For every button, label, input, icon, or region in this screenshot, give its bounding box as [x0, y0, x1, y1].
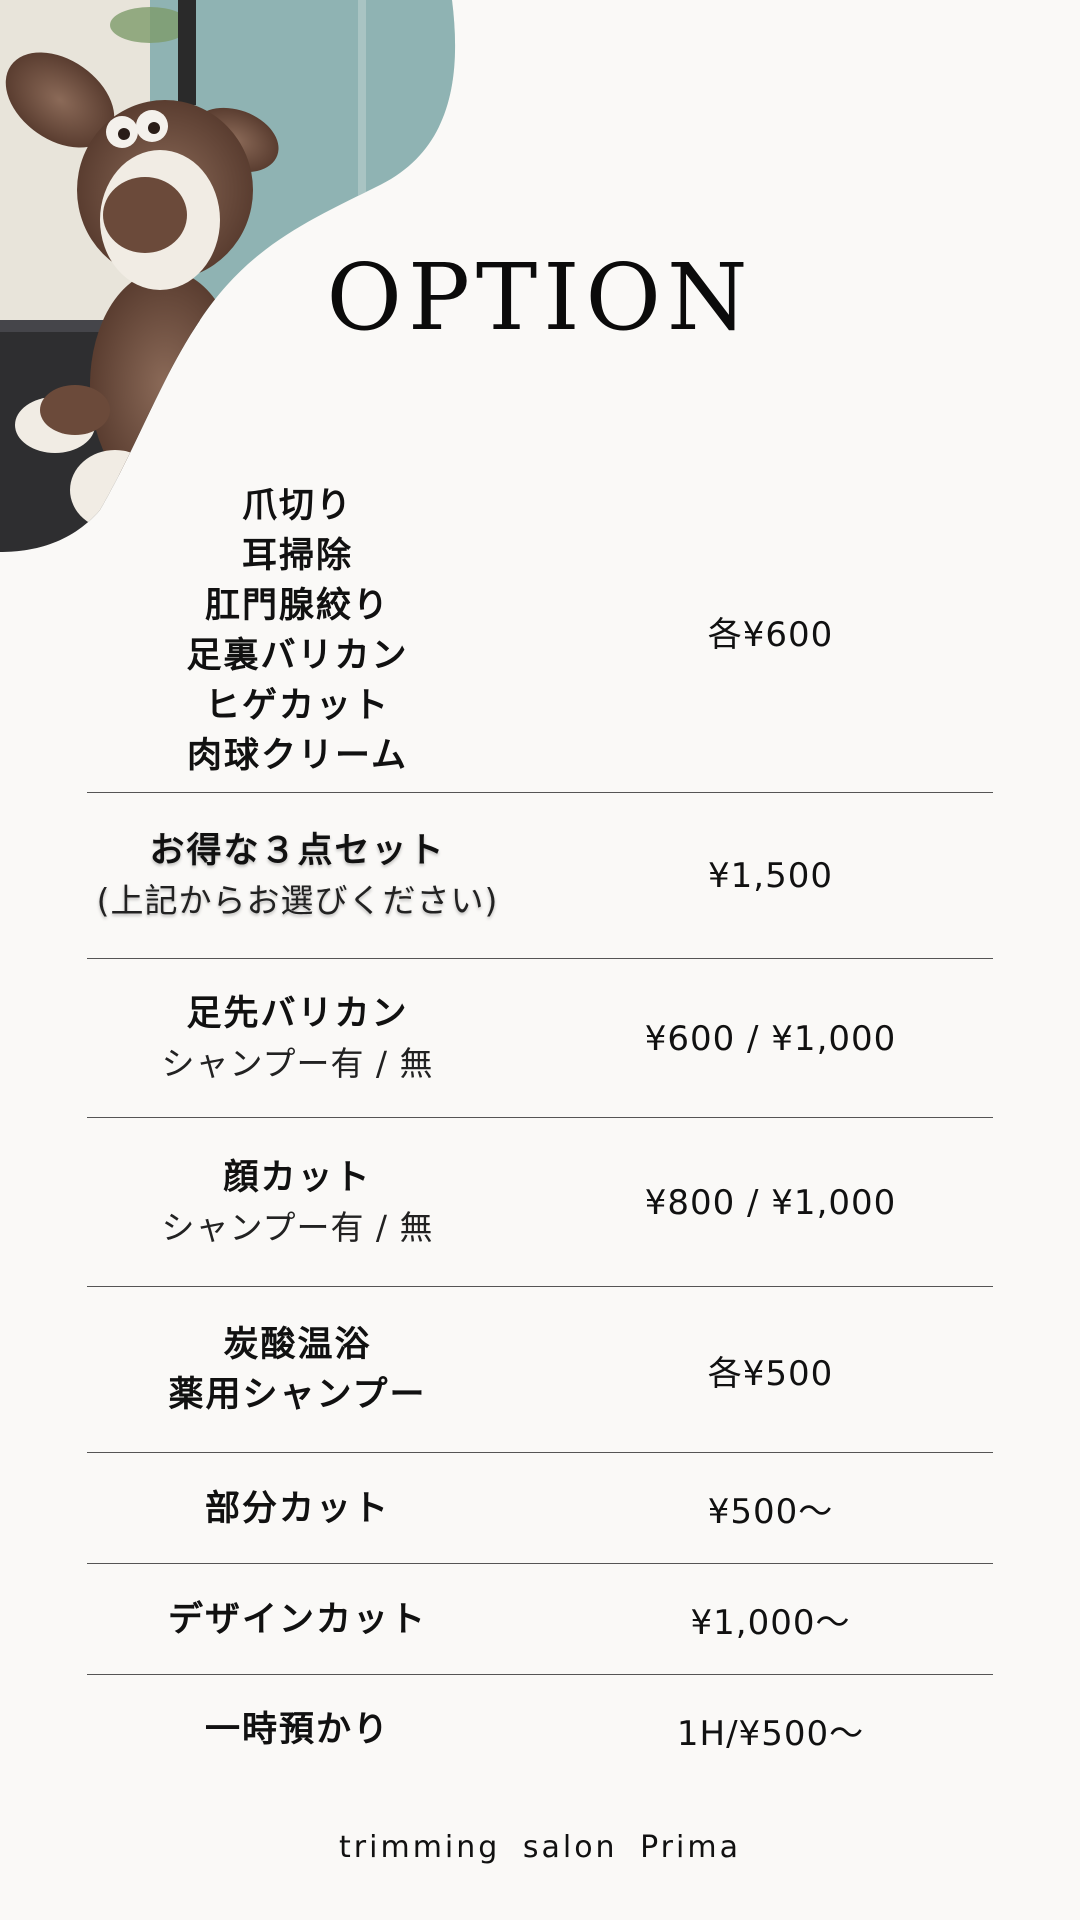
- option-price: ¥800 / ¥1,000: [644, 1182, 897, 1223]
- option-name: デザインカット: [0, 1595, 508, 1645]
- option-main-label: 一時預かり: [204, 1710, 390, 1750]
- option-name: 一時預かり: [0, 1705, 508, 1755]
- option-price: ¥600 / ¥1,000: [644, 1018, 897, 1059]
- option-line: 肉球クリーム: [187, 736, 408, 776]
- option-main-label: 足先バリカン: [186, 993, 409, 1034]
- option-name: お得な３点セット (上記からお選びください): [0, 826, 508, 926]
- option-line: 足裏バリカン: [186, 636, 409, 676]
- option-price: 各¥500: [707, 1353, 834, 1394]
- option-main-label: デザインカット: [167, 1599, 427, 1640]
- option-row-paw-clip: 足先バリカン シャンプー有 / 無 ¥600 / ¥1,000: [87, 960, 993, 1118]
- option-price: 1H/¥500〜: [676, 1713, 865, 1754]
- option-price: ¥1,500: [708, 856, 833, 896]
- option-price: 各¥600: [707, 614, 834, 655]
- salon-name-footer: trimming salon Prima: [339, 1830, 741, 1865]
- option-name: 部分カット: [0, 1484, 508, 1534]
- option-name: 足先バリカン シャンプー有 / 無: [0, 989, 508, 1089]
- option-line: ヒゲカット: [204, 686, 390, 726]
- option-sub-label: (上記からお選びください): [96, 881, 499, 920]
- option-main-label: 部分カット: [204, 1488, 390, 1529]
- option-price: ¥1,000〜: [690, 1603, 851, 1643]
- option-line: 耳掃除: [241, 536, 353, 576]
- option-row-daycare: 一時預かり 1H/¥500〜: [87, 1676, 993, 1784]
- option-line: 肛門腺絞り: [204, 586, 390, 626]
- option-row-design-cut: デザインカット ¥1,000〜: [87, 1565, 993, 1675]
- option-sub-label: シャンプー有 / 無: [161, 1207, 434, 1247]
- option-price: ¥500〜: [707, 1492, 834, 1532]
- option-name: 顔カット シャンプー有 / 無: [0, 1153, 508, 1253]
- option-line: 薬用シャンプー: [168, 1375, 427, 1415]
- page-title: OPTION: [326, 244, 754, 351]
- option-row-bath: 炭酸温浴 薬用シャンプー 各¥500: [87, 1288, 993, 1453]
- option-main-label: 顔カット: [223, 1157, 372, 1198]
- option-row-partial-cut: 部分カット ¥500〜: [87, 1454, 993, 1564]
- option-name: 爪切り 耳掃除 肛門腺絞り 足裏バリカン ヒゲカット 肉球クリーム: [0, 481, 508, 781]
- option-row-basic: 爪切り 耳掃除 肛門腺絞り 足裏バリカン ヒゲカット 肉球クリーム 各¥600: [87, 470, 993, 793]
- option-name: 炭酸温浴 薬用シャンプー: [0, 1320, 508, 1420]
- option-row-set: お得な３点セット (上記からお選びください) ¥1,500: [87, 794, 993, 959]
- option-sub-label: シャンプー有 / 無: [161, 1043, 434, 1083]
- option-row-face-cut: 顔カット シャンプー有 / 無 ¥800 / ¥1,000: [87, 1119, 993, 1287]
- option-main-label: お得な３点セット: [149, 831, 446, 871]
- option-line: 炭酸温浴: [223, 1325, 372, 1365]
- option-line: 爪切り: [241, 486, 353, 526]
